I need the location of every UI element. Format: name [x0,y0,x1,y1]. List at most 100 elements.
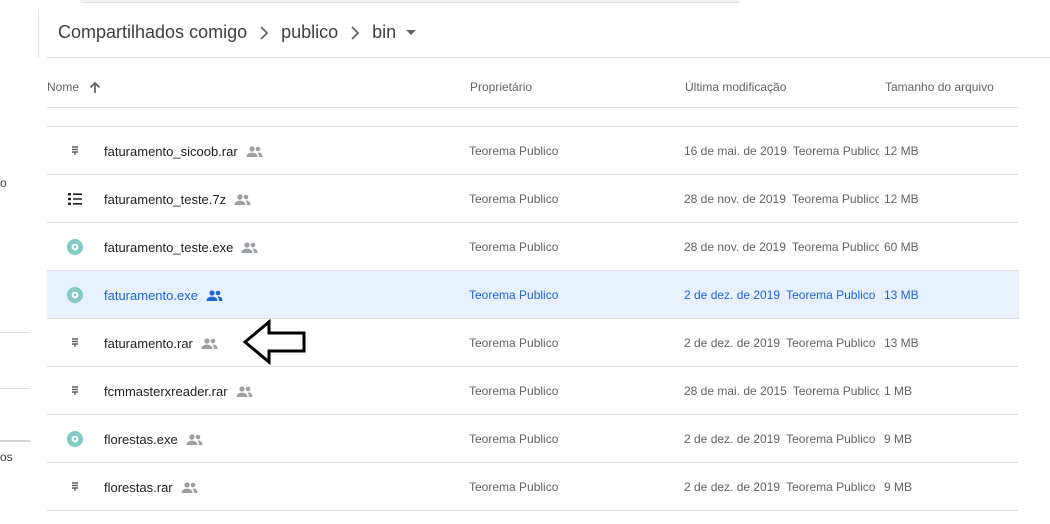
file-last-modified: 2 de dez. de 2019 Teorema Publico [684,432,879,446]
file-name[interactable]: florestas.exe [104,432,203,447]
file-owner: Teorema Publico [469,192,559,206]
modified-date: 16 de mai. de 2019 [684,144,787,158]
sidebar-text-fragment[interactable]: os [0,450,13,464]
table-row[interactable]: faturamento.rar Teorema Publico 2 de dez. … [47,319,1019,367]
file-name[interactable]: faturamento_teste.exe [104,240,258,255]
modified-by: Teorema Publico [791,192,879,206]
table-row[interactable]: fcmmasterxreader.rar Teorema Publico 28 de… [47,367,1019,415]
table-row[interactable]: faturamento_teste.exe Teorema Publico 28 d… [47,223,1019,271]
file-owner: Teorema Publico [469,432,559,446]
file-name[interactable]: faturamento_teste.7z [104,192,251,207]
file-name-text: florestas.exe [104,432,178,447]
table-row[interactable]: florestas.exe Teorema Publico 2 de dez. de… [47,415,1019,463]
file-owner: Teorema Publico [469,288,559,302]
chevron-right-icon [249,25,279,40]
file-last-modified: 2 de dez. de 2019 Teorema Publico [684,288,879,302]
column-file-size[interactable]: Tamanho do arquivo [885,80,994,94]
file-owner: Teorema Publico [469,480,559,494]
archive-icon [67,383,83,399]
table-row[interactable] [47,108,1019,127]
column-name-sort[interactable]: Nome [47,80,101,94]
arrow-up-icon[interactable] [89,81,101,94]
list-file-icon [67,191,83,207]
file-last-modified: 16 de mai. de 2019 Teorema Publico [684,144,879,158]
file-size: 13 MB [884,288,919,302]
storage-bar [0,440,30,442]
column-name-label: Nome [47,80,80,94]
file-owner: Teorema Publico [469,336,559,350]
breadcrumb-item-shared[interactable]: Compartilhados comigo [56,22,249,43]
file-last-modified: 28 de mai. de 2015 Teorema Publico [684,384,879,398]
file-size: 60 MB [884,240,919,254]
column-last-modified[interactable]: Última modificação [685,80,786,94]
file-name-text: faturamento_teste.7z [104,192,227,207]
modified-date: 2 de dez. de 2019 [684,480,781,494]
table-row[interactable]: florestas.rar Teorema Publico 2 de dez. de… [47,463,1019,511]
archive-icon [67,108,83,112]
file-name-text: fcmmasterxreader.rar [104,384,228,399]
file-name[interactable]: florestas.rar [104,480,198,495]
breadcrumb: Compartilhados comigo publico bin [56,22,417,43]
modified-by: Teorema Publico [786,480,876,494]
file-size: 13 MB [884,336,919,350]
file-list: faturamento_sicoob.rar Teorema Publico 16 … [47,108,1019,524]
file-size: 12 MB [884,192,919,206]
shared-people-icon [206,290,223,301]
sidebar-divider [0,388,30,389]
file-size: 9 MB [884,432,913,446]
shared-people-icon [236,386,253,397]
shared-people-icon [246,146,263,157]
table-row[interactable]: faturamento_teste.7z Teorema Publico 28 de… [47,175,1019,223]
modified-by: Teorema Publico [786,288,876,302]
column-header: Nome Proprietário Última modificação Tam… [47,70,1019,108]
modified-date: 28 de nov. de 2019 [684,240,786,254]
modified-by: Teorema Publico [792,384,879,398]
file-name[interactable]: fcmmasterxreader.rar [104,384,253,399]
file-name-text: faturamento.exe [104,288,198,303]
column-owner[interactable]: Proprietário [470,80,532,94]
file-name-text: faturamento.rar [104,336,193,351]
shared-people-icon [234,194,251,205]
header-divider [38,10,39,58]
modified-date: 28 de nov. de 2019 [684,192,786,206]
archive-icon [67,335,83,351]
exe-file-icon [67,431,83,447]
file-last-modified: 2 de dez. de 2019 Teorema Publico [684,336,879,350]
annotation-arrow-icon [242,318,306,366]
sidebar-text-fragment[interactable]: o [0,176,7,190]
breadcrumb-item-publico[interactable]: publico [279,22,340,43]
drive-file-browser: o os Compartilhados comigo publico bin N… [0,0,1050,524]
sidebar: o os [0,0,30,524]
file-last-modified: 28 de nov. de 2019 Teorema Publico [684,192,879,206]
sidebar-divider [0,332,30,333]
modified-by: Teorema Publico [786,336,876,350]
header: Compartilhados comigo publico bin [47,12,1050,58]
exe-file-icon [67,239,83,255]
modified-date: 28 de mai. de 2015 [684,384,787,398]
file-owner: Teorema Publico [469,240,559,254]
file-name-text: faturamento_sicoob.rar [104,144,238,159]
file-owner: Teorema Publico [469,384,559,398]
table-row[interactable]: faturamento_sicoob.rar Teorema Publico 16 … [47,127,1019,175]
breadcrumb-item-bin[interactable]: bin [370,22,398,43]
archive-icon [67,479,83,495]
modified-date: 2 de dez. de 2019 [684,336,781,350]
table-row[interactable]: faturamento.exe Teorema Publico 2 de dez. … [47,271,1019,319]
modified-by: Teorema Publico [786,432,876,446]
archive-icon [67,143,83,159]
file-last-modified: 28 de nov. de 2019 Teorema Publico [684,240,879,254]
dropdown-arrow-icon[interactable] [406,29,417,36]
exe-file-icon [67,287,83,303]
file-owner: Teorema Publico [469,144,559,158]
chevron-right-icon [340,25,370,40]
file-last-modified: 2 de dez. de 2019 Teorema Publico [684,480,879,494]
modified-by: Teorema Publico [792,144,879,158]
search-bar-edge[interactable] [80,0,740,3]
modified-date: 2 de dez. de 2019 [684,432,781,446]
file-name[interactable]: faturamento.rar [104,336,218,351]
modified-by: Teorema Publico [791,240,879,254]
file-name-text: faturamento_teste.exe [104,240,234,255]
file-name[interactable]: faturamento_sicoob.rar [104,144,263,159]
file-size: 12 MB [884,144,919,158]
file-name[interactable]: faturamento.exe [104,288,223,303]
